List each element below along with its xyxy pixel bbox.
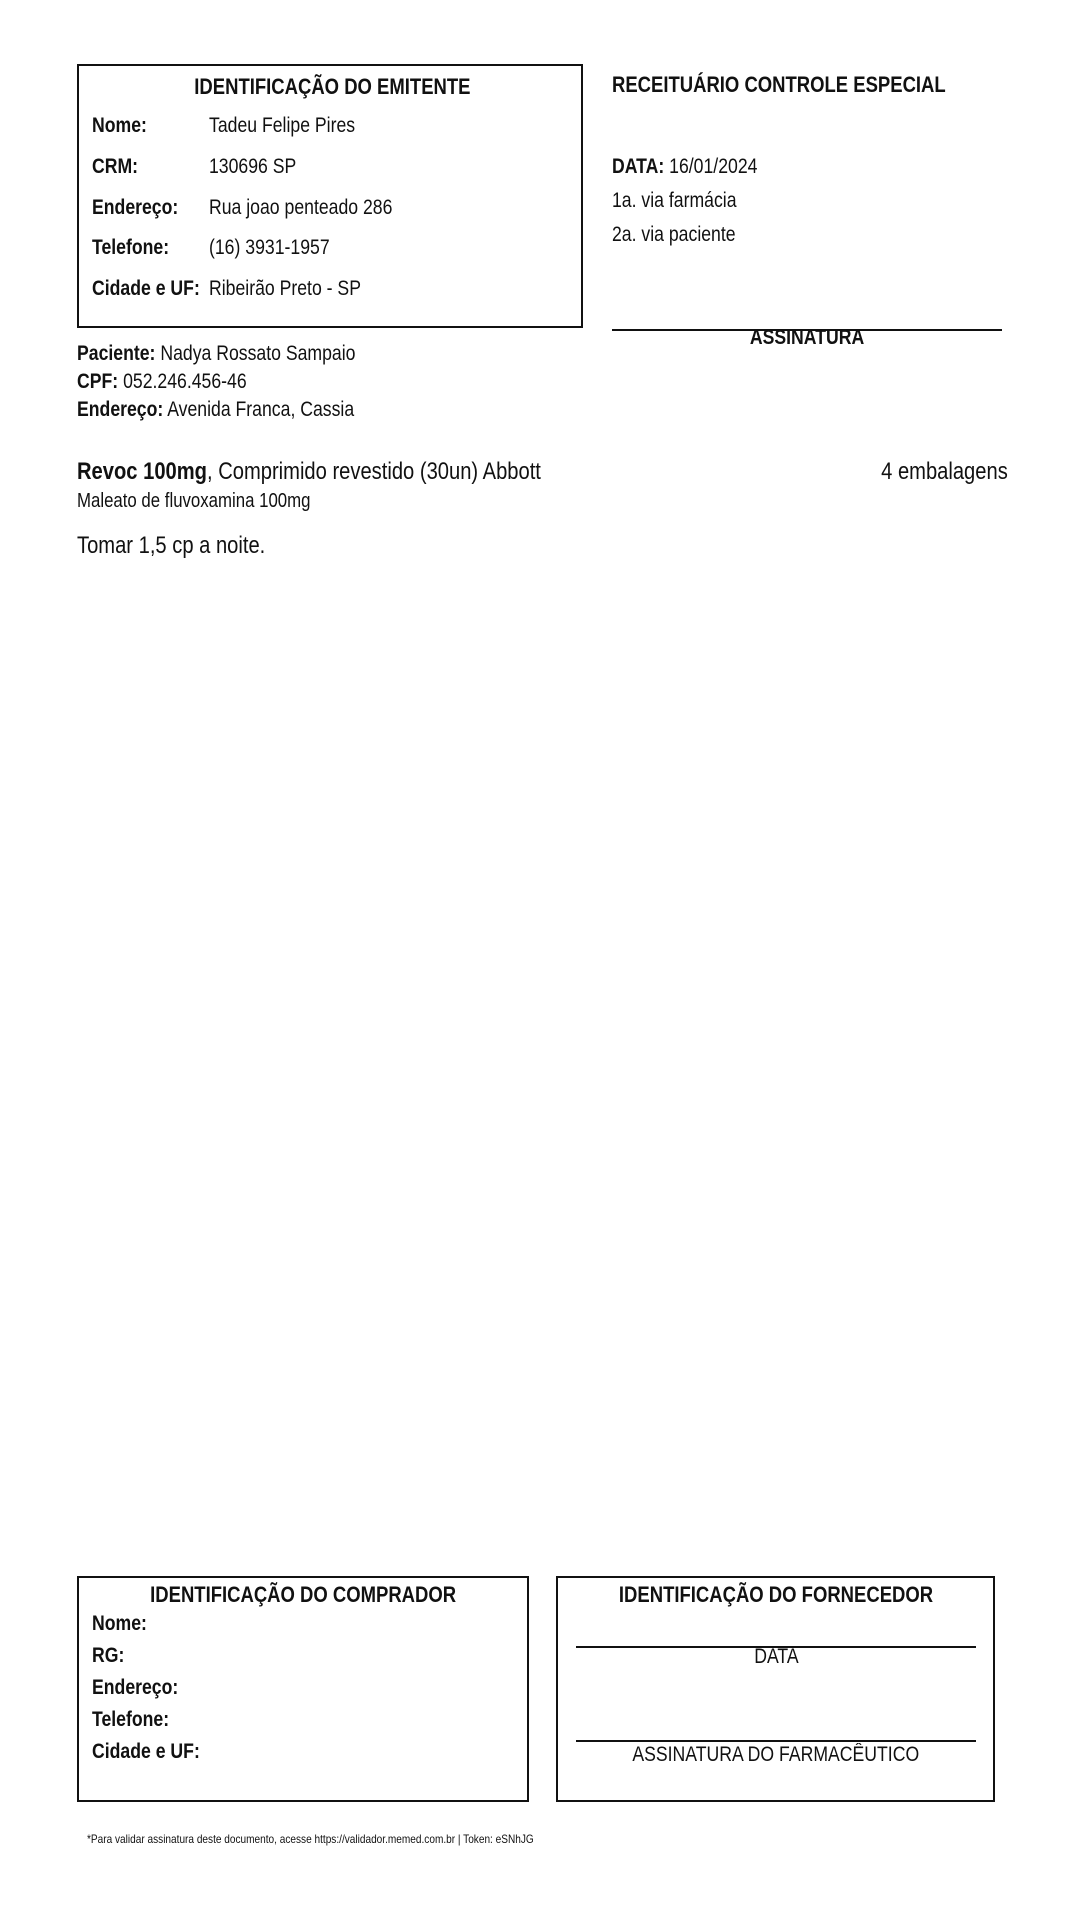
- prescription-date-label: DATA:: [612, 155, 665, 178]
- prescription-via-2: 2a. via paciente: [612, 223, 736, 246]
- emitter-phone: (16) 3931-1957: [209, 236, 330, 259]
- footer-validation-note: *Para validar assinatura deste documento…: [87, 1832, 534, 1846]
- supplier-title: IDENTIFICAÇÃO DO FORNECEDOR: [618, 1582, 933, 1607]
- medication-substance: Maleato de fluvoxamina 100mg: [77, 490, 311, 512]
- buyer-phone-label: Telefone:: [92, 1708, 170, 1731]
- buyer-title: IDENTIFICAÇÃO DO COMPRADOR: [150, 1582, 456, 1607]
- emitter-address: Rua joao penteado 286: [209, 196, 393, 219]
- buyer-name-label: Nome:: [92, 1612, 147, 1635]
- patient-address-label: Endereço:: [77, 398, 164, 421]
- buyer-city-label: Cidade e UF:: [92, 1740, 200, 1763]
- emitter-title: IDENTIFICAÇÃO DO EMITENTE: [193, 74, 471, 99]
- emitter-crm-label: CRM:: [92, 155, 139, 178]
- medication-line: Revoc 100mg, Comprimido revestido (30un)…: [77, 458, 541, 486]
- medication-instructions: Tomar 1,5 cp a noite.: [77, 532, 266, 559]
- emitter-box: IDENTIFICAÇÃO DO EMITENTE Nome: Tadeu Fe…: [77, 64, 583, 328]
- medication-description: , Comprimido revestido (30un) Abbott: [206, 458, 541, 485]
- patient-cpf: CPF: 052.246.456-46: [77, 370, 247, 394]
- emitter-address-label: Endereço:: [92, 196, 179, 219]
- emitter-city: Ribeirão Preto - SP: [209, 277, 361, 300]
- emitter-crm: 130696 SP: [209, 155, 297, 178]
- supplier-box: IDENTIFICAÇÃO DO FORNECEDOR DATA ASSINAT…: [556, 1576, 995, 1802]
- prescription-date: DATA: 16/01/2024: [612, 155, 757, 179]
- prescription-title: RECEITUÁRIO CONTROLE ESPECIAL: [612, 72, 946, 97]
- medication-quantity: 4 embalagens: [881, 458, 1008, 485]
- patient-address-value: Avenida Franca, Cassia: [167, 398, 355, 421]
- patient-name-value: Nadya Rossato Sampaio: [160, 342, 356, 365]
- buyer-box: IDENTIFICAÇÃO DO COMPRADOR Nome: RG: End…: [77, 1576, 529, 1802]
- emitter-name-label: Nome:: [92, 114, 147, 137]
- patient-name: Paciente: Nadya Rossato Sampaio: [77, 342, 355, 366]
- prescription-date-value: 16/01/2024: [669, 155, 758, 178]
- patient-cpf-label: CPF:: [77, 370, 119, 393]
- buyer-rg-label: RG:: [92, 1644, 125, 1667]
- emitter-city-label: Cidade e UF:: [92, 277, 200, 300]
- patient-name-label: Paciente:: [77, 342, 156, 365]
- supplier-date-label: DATA: [753, 1645, 799, 1668]
- signature-label: ASSINATURA: [749, 326, 865, 349]
- medication-name: Revoc 100mg: [77, 458, 207, 485]
- emitter-name: Tadeu Felipe Pires: [209, 114, 356, 137]
- pharmacist-signature-label: ASSINATURA DO FARMACÊUTICO: [632, 1743, 920, 1766]
- patient-address: Endereço: Avenida Franca, Cassia: [77, 398, 354, 422]
- prescription-via-1: 1a. via farmácia: [612, 189, 737, 212]
- emitter-phone-label: Telefone:: [92, 236, 170, 259]
- buyer-address-label: Endereço:: [92, 1676, 179, 1699]
- patient-cpf-value: 052.246.456-46: [123, 370, 247, 393]
- pharmacist-signature-line: [576, 1740, 976, 1742]
